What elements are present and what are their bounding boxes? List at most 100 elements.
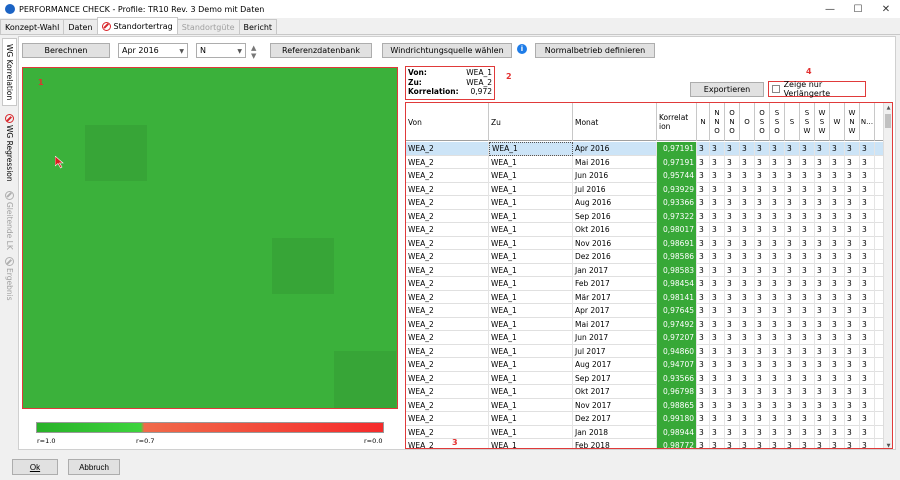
- table-column-header[interactable]: N…: [860, 103, 875, 141]
- referenzdatenbank-button[interactable]: Referenzdatenbank: [270, 43, 372, 58]
- side-tab-wg-regression[interactable]: WG Regression: [2, 110, 17, 186]
- heatmap-cell[interactable]: [23, 68, 86, 125]
- windrichtungsquelle-button[interactable]: Windrichtungsquelle wählen: [382, 43, 512, 58]
- minimize-button[interactable]: —: [816, 0, 844, 18]
- table-column-header[interactable]: OSO: [755, 103, 770, 141]
- table-column-header[interactable]: WSW: [815, 103, 830, 141]
- heatmap-cell[interactable]: [23, 294, 86, 351]
- heatmap-cell[interactable]: [23, 237, 86, 295]
- table-row[interactable]: WEA_2 WEA_1 Aug 2016 0,93366 3 3 3 3 3 3 3 3 3 3 3 3: [406, 196, 884, 210]
- heatmap-cell[interactable]: [85, 124, 148, 182]
- heatmap-cell[interactable]: [147, 68, 210, 125]
- table-row[interactable]: WEA_2 WEA_1 Jan 2018 0,98944 3 3 3 3 3 3 3 3 3 3 3 3: [406, 425, 884, 439]
- extended-only-checkbox[interactable]: Zeige nur Verlängerte: [768, 80, 866, 98]
- table-column-header[interactable]: ONO: [725, 103, 740, 141]
- table-row[interactable]: WEA_2 WEA_1 Jun 2016 0,95744 3 3 3 3 3 3 3 3 3 3 3 3: [406, 169, 884, 183]
- table-column-header[interactable]: N: [697, 103, 710, 141]
- abbruch-button[interactable]: Abbruch: [68, 459, 120, 475]
- checkbox[interactable]: [772, 85, 780, 93]
- heatmap-cell[interactable]: [147, 294, 210, 351]
- tab-standortertrag[interactable]: Standortertrag: [96, 17, 178, 34]
- scroll-thumb[interactable]: [885, 114, 891, 128]
- table-row[interactable]: WEA_2 WEA_1 Mär 2017 0,98141 3 3 3 3 3 3 3 3 3 3 3 3: [406, 290, 884, 304]
- table-column-header[interactable]: Von: [406, 103, 489, 141]
- table-row[interactable]: WEA_2 WEA_1 Okt 2016 0,98017 3 3 3 3 3 3 3 3 3 3 3 3: [406, 223, 884, 237]
- tab-konzept-wahl[interactable]: Konzept-Wahl: [0, 19, 65, 34]
- table-row[interactable]: WEA_2 WEA_1 Sep 2016 0,97322 3 3 3 3 3 3 3 3 3 3 3 3: [406, 209, 884, 223]
- heatmap-cell[interactable]: [85, 294, 148, 351]
- heatmap-cell[interactable]: [271, 181, 335, 238]
- table-row[interactable]: WEA_2 WEA_1 Sep 2017 0,93566 3 3 3 3 3 3 3 3 3 3 3 3: [406, 371, 884, 385]
- info-icon[interactable]: i: [517, 44, 527, 54]
- exportieren-button[interactable]: Exportieren: [690, 82, 764, 97]
- heatmap-cell[interactable]: [85, 68, 148, 125]
- table-row[interactable]: WEA_2 WEA_1 Apr 2016 0,97191 3 3 3 3 3 3 3 3 3 3 3 3: [406, 142, 884, 156]
- table-row[interactable]: WEA_2 WEA_1 Dez 2016 0,98586 3 3 3 3 3 3 3 3 3 3 3 3: [406, 250, 884, 264]
- table-column-header[interactable]: Korrelat ion: [657, 103, 697, 141]
- heatmap-cell[interactable]: [209, 68, 273, 125]
- heatmap-cell[interactable]: [333, 294, 397, 351]
- table-row[interactable]: WEA_2 WEA_1 Apr 2017 0,97645 3 3 3 3 3 3 3 3 3 3 3 3: [406, 304, 884, 318]
- ok-button[interactable]: Ok: [12, 459, 58, 475]
- heatmap-cell[interactable]: [333, 68, 397, 125]
- table-row[interactable]: WEA_2 WEA_1 Jan 2017 0,98583 3 3 3 3 3 3 3 3 3 3 3 3: [406, 263, 884, 277]
- normalbetrieb-button[interactable]: Normalbetrieb definieren: [535, 43, 655, 58]
- table-row[interactable]: WEA_2 WEA_1 Feb 2017 0,98454 3 3 3 3 3 3 3 3 3 3 3 3: [406, 277, 884, 291]
- table-column-header[interactable]: SSO: [770, 103, 785, 141]
- heatmap-cell[interactable]: [333, 350, 397, 408]
- berechnen-button[interactable]: Berechnen: [22, 43, 110, 58]
- table-column-header[interactable]: SSW: [800, 103, 815, 141]
- table-column-header[interactable]: Zu: [489, 103, 573, 141]
- table-row[interactable]: WEA_2 WEA_1 Mai 2017 0,97492 3 3 3 3 3 3 3 3 3 3 3 3: [406, 317, 884, 331]
- table-column-header[interactable]: O: [740, 103, 755, 141]
- table-row[interactable]: WEA_2 WEA_1 Nov 2017 0,98865 3 3 3 3 3 3 3 3 3 3 3 3: [406, 398, 884, 412]
- heatmap-cell[interactable]: [209, 181, 273, 238]
- table-column-header[interactable]: NNO: [710, 103, 725, 141]
- heatmap-cell[interactable]: [85, 350, 148, 408]
- scroll-up-icon[interactable]: ▲: [884, 103, 892, 112]
- scroll-down-icon[interactable]: ▼: [884, 441, 892, 449]
- table-row[interactable]: WEA_2 WEA_1 Aug 2017 0,94707 3 3 3 3 3 3 3 3 3 3 3 3: [406, 358, 884, 372]
- table-row[interactable]: WEA_2 WEA_1 Okt 2017 0,96798 3 3 3 3 3 3 3 3 3 3 3 3: [406, 385, 884, 399]
- heatmap-cell[interactable]: [147, 237, 210, 295]
- heatmap-cell[interactable]: [271, 294, 335, 351]
- heatmap-cell[interactable]: [23, 124, 86, 182]
- heatmap-cell[interactable]: [333, 237, 397, 295]
- heatmap-cell[interactable]: [333, 124, 397, 182]
- table-row[interactable]: WEA_2 WEA_1 Jul 2016 0,93929 3 3 3 3 3 3 3 3 3 3 3 3: [406, 182, 884, 196]
- spinner-arrows-icon[interactable]: ▲ ▼: [251, 44, 256, 60]
- heatmap-cell[interactable]: [209, 124, 273, 182]
- table-row[interactable]: WEA_2 WEA_1 Dez 2017 0,99180 3 3 3 3 3 3 3 3 3 3 3 3: [406, 412, 884, 426]
- table-row[interactable]: WEA_2 WEA_1 Jun 2017 0,97207 3 3 3 3 3 3 3 3 3 3 3 3: [406, 331, 884, 345]
- correlation-heatmap[interactable]: [22, 67, 398, 409]
- direction-select[interactable]: N ▼: [196, 43, 246, 58]
- tab-bericht[interactable]: Bericht: [238, 19, 278, 34]
- table-row[interactable]: WEA_2 WEA_1 Nov 2016 0,98691 3 3 3 3 3 3 3 3 3 3 3 3: [406, 236, 884, 250]
- table-row[interactable]: WEA_2 WEA_1 Mai 2016 0,97191 3 3 3 3 3 3 3 3 3 3 3 3: [406, 155, 884, 169]
- heatmap-cell[interactable]: [23, 181, 86, 238]
- heatmap-cell[interactable]: [209, 294, 273, 351]
- tab-daten[interactable]: Daten: [63, 19, 98, 34]
- side-tab-wg-korrelation[interactable]: WG Korrelation: [2, 38, 17, 106]
- heatmap-cell[interactable]: [147, 181, 210, 238]
- heatmap-cell[interactable]: [147, 350, 210, 408]
- heatmap-cell[interactable]: [209, 237, 273, 295]
- table-column-header[interactable]: S: [785, 103, 800, 141]
- heatmap-cell[interactable]: [147, 124, 210, 182]
- maximize-button[interactable]: ☐: [844, 0, 872, 18]
- heatmap-cell[interactable]: [333, 181, 397, 238]
- table-row[interactable]: WEA_2 WEA_1 Jul 2017 0,94860 3 3 3 3 3 3 3 3 3 3 3 3: [406, 344, 884, 358]
- close-button[interactable]: ✕: [872, 0, 900, 18]
- table-column-header[interactable]: W: [830, 103, 845, 141]
- heatmap-cell[interactable]: [271, 237, 335, 295]
- table-column-header[interactable]: WNW: [845, 103, 860, 141]
- heatmap-cell[interactable]: [85, 237, 148, 295]
- heatmap-cell[interactable]: [209, 350, 273, 408]
- heatmap-cell[interactable]: [271, 68, 335, 125]
- heatmap-cell[interactable]: [271, 124, 335, 182]
- table-scrollbar[interactable]: ▲ ▼: [883, 103, 892, 449]
- table-row[interactable]: WEA_2 WEA_1 Feb 2018 0,98772 3 3 3 3 3 3 3 3 3 3 3 3: [406, 439, 884, 448]
- heatmap-cell[interactable]: [85, 181, 148, 238]
- table-column-header[interactable]: Monat: [573, 103, 657, 141]
- month-select[interactable]: Apr 2016 ▼: [118, 43, 188, 58]
